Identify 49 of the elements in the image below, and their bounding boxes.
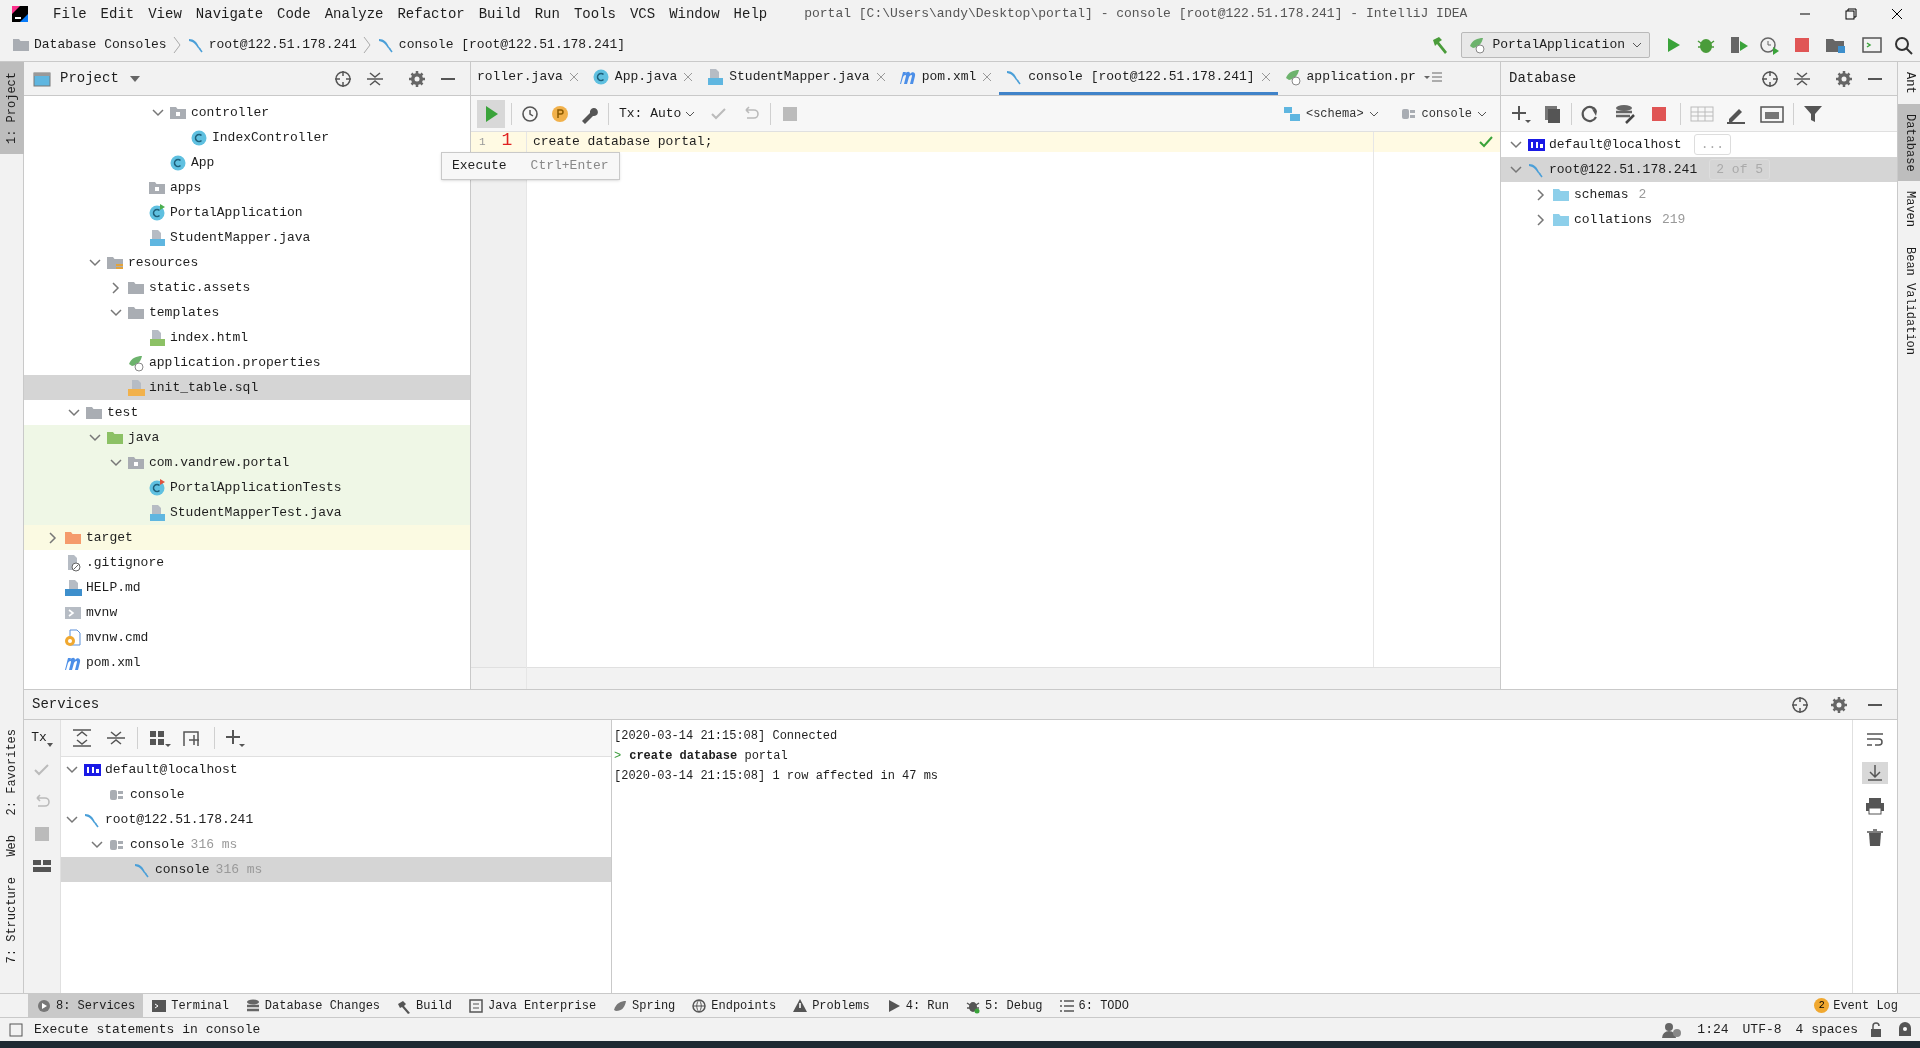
- tree-item-label: apps: [170, 178, 202, 197]
- tree-item-label: mvnw: [86, 603, 118, 622]
- tree-item-label: init_table.sql: [149, 378, 259, 397]
- tree-item-label: mvnw.cmd: [86, 628, 149, 647]
- tree-item-label: test: [107, 403, 139, 422]
- tree-item-label: templates: [149, 303, 220, 322]
- tree-item-label: pom.xml: [86, 653, 141, 672]
- tree-item-label: index.html: [170, 328, 248, 347]
- tree-item-label: resources: [128, 253, 199, 272]
- status-message: Execute statements in console: [34, 1020, 262, 1039]
- tree-item-label: root@122.51.178.241: [105, 810, 254, 829]
- code-line: create database portal;: [533, 133, 713, 152]
- tree-item-label: root@122.51.178.241: [1549, 160, 1698, 179]
- tree-item-label: console: [130, 835, 185, 854]
- tree-item-label: java: [128, 428, 160, 447]
- tree-item-label: HELP.md: [86, 578, 141, 597]
- execution-time: 316 ms: [215, 860, 263, 879]
- tree-item-label: App: [191, 153, 215, 172]
- tree-item-label: application.properties: [149, 353, 321, 372]
- line-number: 1: [478, 134, 486, 150]
- tree-item-label: .gitignore: [86, 553, 164, 572]
- tree-item-label: default@localhost: [1549, 135, 1682, 154]
- tree-item-label: static.assets: [149, 278, 251, 297]
- prompt-marker: >: [614, 748, 622, 765]
- tooltip-action: Execute: [452, 157, 507, 176]
- window-title: portal [C:\Users\andy\Desktop\portal] - console [root@122.51.178.241] - IntelliJ IDEA: [804, 5, 1469, 24]
- tree-item-label: schemas: [1574, 185, 1629, 204]
- console-command: create database portal: [629, 748, 788, 765]
- tree-item-label: PortalApplicationTests: [170, 478, 342, 497]
- tree-item-label: StudentMapperTest.java: [170, 503, 342, 522]
- item-count: 2: [1638, 185, 1647, 204]
- annotation-marker: 1: [501, 131, 513, 149]
- console-log-line: [2020-03-14 21:15:08] 1 row affected in 47 ms: [614, 768, 939, 785]
- tree-item-label: com.vandrew.portal: [149, 453, 290, 472]
- console-log-line: [2020-03-14 21:15:08] Connected: [614, 728, 838, 745]
- tree-item-label: PortalApplication: [170, 203, 303, 222]
- tree-item-label: controller: [191, 103, 269, 122]
- keyboard-shortcut: Ctrl+Enter: [530, 157, 609, 176]
- tree-item-label: StudentMapper.java: [170, 228, 311, 247]
- tree-item-label: target: [86, 528, 133, 547]
- panel-title: Database: [1509, 69, 1577, 88]
- tree-item-label: console: [155, 860, 210, 879]
- execution-time: 316 ms: [190, 835, 238, 854]
- tree-item-label: console: [130, 785, 185, 804]
- item-count: 219: [1662, 210, 1686, 229]
- tree-item-label: collations: [1574, 210, 1652, 229]
- panel-title: Services: [32, 695, 100, 714]
- tree-item-label: IndexController: [212, 128, 330, 147]
- tree-item-label: default@localhost: [105, 760, 238, 779]
